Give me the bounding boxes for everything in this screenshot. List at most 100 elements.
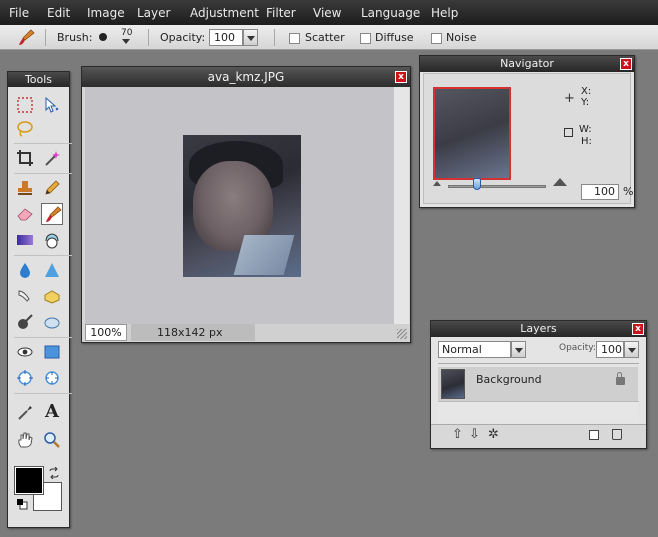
document-status-bar: 100% 118x142 px	[85, 324, 409, 341]
noise-label: Noise	[446, 31, 477, 44]
layer-opacity-label: Opacity:	[559, 343, 596, 353]
layer-thumbnail	[441, 369, 465, 399]
layer-opacity-dropdown-icon[interactable]	[624, 341, 639, 358]
smudge-tool[interactable]	[14, 285, 36, 307]
menu-view[interactable]: View	[313, 6, 341, 20]
zoom-slider-handle[interactable]	[473, 178, 481, 190]
menu-help[interactable]: Help	[431, 6, 458, 20]
foreground-color-swatch[interactable]	[14, 466, 44, 495]
menu-filter[interactable]: Filter	[266, 6, 296, 20]
zoom-level[interactable]: 100%	[85, 324, 127, 341]
magic-wand-icon	[45, 151, 60, 166]
magic-wand-tool[interactable]	[41, 147, 63, 169]
blend-mode-dropdown-icon[interactable]	[511, 341, 526, 358]
size-icon	[564, 128, 573, 137]
opacity-label: Opacity:	[160, 31, 206, 44]
vertical-scrollbar[interactable]	[394, 87, 409, 324]
navigator-panel: Navigator x + X: Y: W: H: 100 %	[419, 55, 635, 208]
menu-layer[interactable]: Layer	[137, 6, 170, 20]
stamp-icon	[18, 181, 32, 195]
brush-icon	[46, 206, 62, 222]
layers-close-icon[interactable]: x	[632, 323, 644, 335]
layers-title: Layers	[431, 321, 646, 337]
image-dimensions: 118x142 px	[131, 324, 255, 341]
sharpen-tool[interactable]	[41, 259, 63, 281]
rectangle-icon	[44, 345, 60, 359]
scatter-checkbox[interactable]	[289, 33, 300, 44]
nav-y-label: Y:	[581, 97, 590, 108]
navigator-title: Navigator	[420, 56, 634, 72]
lock-icon	[616, 372, 625, 385]
menu-edit[interactable]: Edit	[47, 6, 70, 20]
hand-tool[interactable]	[14, 429, 36, 451]
canvas-area[interactable]	[85, 87, 394, 324]
menu-adjustment[interactable]: Adjustment	[190, 6, 259, 20]
navigator-close-icon[interactable]: x	[620, 58, 632, 70]
layer-opacity-input[interactable]: 100	[596, 341, 624, 358]
opacity-input[interactable]: 100	[209, 29, 243, 46]
move-layer-up-icon[interactable]: ⇧	[452, 427, 463, 442]
blend-mode-select[interactable]: Normal	[438, 341, 511, 358]
clone-stamp-tool[interactable]	[14, 177, 36, 199]
menu-language[interactable]: Language	[361, 6, 420, 20]
crop-tool[interactable]	[14, 147, 36, 169]
marquee-tool[interactable]	[14, 94, 36, 116]
burn-icon	[18, 314, 33, 329]
eraser-tool[interactable]	[14, 203, 36, 225]
brush-tool-icon	[16, 28, 36, 48]
gradient-tool[interactable]	[14, 229, 36, 251]
layer-row-background[interactable]: Background	[438, 367, 638, 401]
rectangle-tool[interactable]	[41, 341, 63, 363]
navigator-zoom-input[interactable]: 100	[581, 184, 619, 200]
bloat-icon	[17, 370, 33, 386]
zoom-out-icon[interactable]	[433, 181, 441, 186]
brush-label: Brush:	[57, 31, 93, 44]
blur-tool[interactable]	[14, 259, 36, 281]
delete-layer-icon[interactable]	[612, 429, 622, 440]
layer-name: Background	[476, 373, 542, 386]
red-eye-tool[interactable]	[14, 341, 36, 363]
layers-panel: Layers x Normal Opacity: 100 Background …	[430, 320, 647, 449]
swap-colors-icon[interactable]	[48, 466, 60, 480]
navigator-zoom-unit: %	[623, 185, 634, 198]
zoom-in-icon[interactable]	[553, 178, 567, 186]
opacity-dropdown-icon[interactable]	[243, 29, 258, 46]
navigator-thumbnail[interactable]	[433, 87, 511, 180]
zoom-tool[interactable]	[41, 429, 63, 451]
burn-tool[interactable]	[14, 311, 36, 333]
pencil-tool[interactable]	[41, 177, 63, 199]
lasso-tool[interactable]	[14, 118, 36, 140]
brush-preview-icon[interactable]	[99, 33, 107, 41]
nav-h-label: H:	[581, 136, 592, 147]
document-title: ava_kmz.JPG	[82, 67, 410, 87]
reset-colors-icon[interactable]	[16, 498, 28, 510]
dodge-tool[interactable]	[41, 311, 63, 333]
layer-effects-icon[interactable]: ✲	[488, 427, 499, 442]
eyedropper-icon	[18, 406, 32, 420]
menu-bar: File Edit Image Layer Adjustment Filter …	[0, 0, 658, 25]
replace-color-tool[interactable]	[41, 229, 63, 251]
document-close-icon[interactable]: x	[395, 71, 407, 83]
move-layer-down-icon[interactable]: ⇩	[469, 427, 480, 442]
sponge-tool[interactable]	[41, 285, 63, 307]
new-layer-icon[interactable]	[589, 430, 599, 440]
eye-icon	[17, 347, 33, 357]
color-picker-tool[interactable]	[14, 401, 36, 423]
pinch-tool[interactable]	[41, 367, 63, 389]
resize-grip-icon[interactable]	[397, 329, 407, 339]
eraser-icon	[17, 208, 33, 221]
zoom-slider-track[interactable]	[448, 185, 546, 188]
options-bar: Brush: 70 Opacity: 100 Scatter Diffuse N…	[0, 25, 658, 50]
scatter-label: Scatter	[305, 31, 345, 44]
bloat-tool[interactable]	[14, 367, 36, 389]
finger-icon	[18, 290, 30, 302]
move-tool[interactable]	[41, 94, 63, 116]
noise-checkbox[interactable]	[431, 33, 442, 44]
brush-dropdown-icon[interactable]	[122, 39, 130, 44]
brush-tool[interactable]	[41, 203, 63, 225]
move-icon	[45, 96, 59, 113]
diffuse-checkbox[interactable]	[360, 33, 371, 44]
menu-image[interactable]: Image	[87, 6, 125, 20]
type-tool[interactable]: A	[41, 401, 63, 423]
menu-file[interactable]: File	[9, 6, 29, 20]
